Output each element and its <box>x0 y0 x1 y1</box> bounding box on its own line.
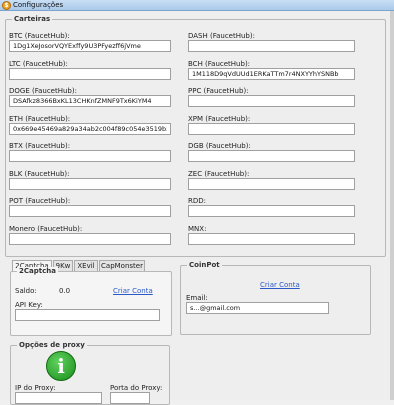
window-client: Carteiras BTC (FaucetHub): DASH (FaucetH… <box>0 11 394 405</box>
bch-label: BCH (FaucetHub): <box>188 60 251 68</box>
twocaptcha-title: 2Captcha <box>17 267 58 276</box>
ppc-label: PPC (FaucetHub): <box>188 87 249 95</box>
pot-address-input[interactable] <box>9 205 171 217</box>
proxy-ip-label: IP do Proxy: <box>15 384 56 392</box>
btc-address-input[interactable] <box>9 40 171 52</box>
doge-address-input[interactable] <box>9 95 171 107</box>
email-label: Email: <box>186 294 208 302</box>
zec-label: ZEC (FaucetHub): <box>188 170 250 178</box>
email-input[interactable] <box>186 302 329 314</box>
xpm-address-input[interactable] <box>188 123 355 135</box>
dgb-address-input[interactable] <box>188 150 355 162</box>
dgb-label: DGB (FaucetHub): <box>188 142 251 150</box>
wallets-group-title: Carteiras <box>12 15 53 24</box>
mnx-label: MNX: <box>188 225 207 233</box>
proxy-ip-input[interactable] <box>15 392 102 404</box>
blk-label: BLK (FaucetHub): <box>9 170 70 178</box>
wallets-group: Carteiras <box>5 15 386 257</box>
btc-label: BTC (FaucetHub): <box>9 32 70 40</box>
dash-address-input[interactable] <box>188 40 355 52</box>
proxy-port-input[interactable] <box>110 392 150 404</box>
blk-address-input[interactable] <box>9 178 171 190</box>
ltc-label: LTC (FaucetHub): <box>9 60 68 68</box>
eth-label: ETH (FaucetHub): <box>9 115 71 123</box>
window-titlebar: $ Configurações <box>0 0 394 11</box>
monero-address-input[interactable] <box>9 233 171 245</box>
api-key-label: API Key: <box>15 301 43 309</box>
info-icon: i <box>46 351 76 381</box>
btx-label: BTX (FaucetHub): <box>9 142 71 150</box>
proxy-group-title: Opções de proxy <box>17 341 87 350</box>
coinpot-title: CoinPot <box>187 261 222 270</box>
tab-capmonster[interactable]: CapMonster <box>99 260 145 271</box>
doge-label: DOGE (FaucetHub): <box>9 87 77 95</box>
ppc-address-input[interactable] <box>188 95 355 107</box>
btx-address-input[interactable] <box>9 150 171 162</box>
monero-label: Monero (FaucetHub): <box>9 225 83 233</box>
bch-address-input[interactable] <box>188 68 355 80</box>
dash-label: DASH (FaucetHub): <box>188 32 255 40</box>
coinpot-create-account-link[interactable]: Criar Conta <box>260 281 300 289</box>
rdd-label: RDD: <box>188 197 207 205</box>
twocaptcha-create-account-link[interactable]: Criar Conta <box>113 287 153 295</box>
tab-xevil[interactable]: XEvil <box>74 260 98 271</box>
xpm-label: XPM (FaucetHub): <box>188 115 251 123</box>
pot-label: POT (FaucetHub): <box>9 197 71 205</box>
proxy-port-label: Porta do Proxy: <box>110 384 163 392</box>
api-key-input[interactable] <box>15 309 160 321</box>
zec-address-input[interactable] <box>188 178 355 190</box>
window-title: Configurações <box>13 1 64 9</box>
rdd-address-input[interactable] <box>188 205 355 217</box>
balance-label: Saldo: <box>15 287 37 295</box>
ltc-address-input[interactable] <box>9 68 171 80</box>
balance-value: 0.0 <box>59 287 71 295</box>
eth-address-input[interactable] <box>9 123 171 135</box>
coinpot-panel: CoinPot <box>180 261 371 335</box>
window-right-edge <box>390 11 394 400</box>
mnx-address-input[interactable] <box>188 233 355 245</box>
app-icon: $ <box>2 1 11 10</box>
